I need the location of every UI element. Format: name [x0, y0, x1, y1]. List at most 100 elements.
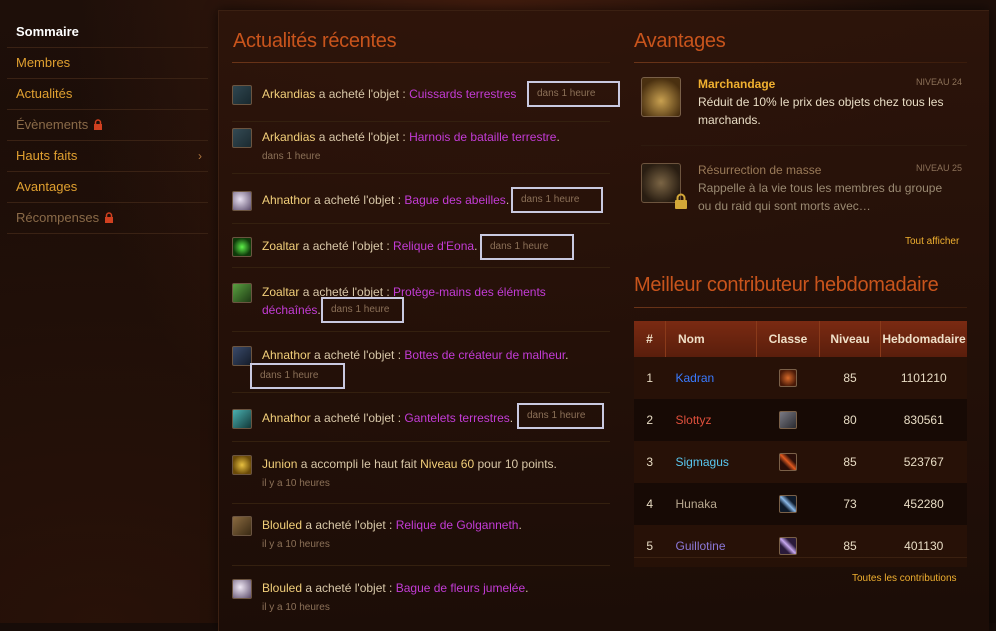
item-link[interactable]: Relique d'Eona [393, 239, 474, 253]
list-item: Blouled a acheté l'objet : Bague de fleu… [232, 579, 610, 623]
list-item: Blouled a acheté l'objet : Relique de Go… [232, 516, 610, 566]
relic-orb-icon[interactable] [232, 237, 252, 257]
perk-name: Marchandage [698, 77, 776, 91]
column-header-name[interactable]: Nom [665, 321, 757, 357]
ring-icon[interactable] [232, 579, 252, 599]
player-name[interactable]: Ahnathor [262, 348, 311, 362]
player-name[interactable]: Arkandias [262, 87, 315, 101]
achievement-coin-icon[interactable] [232, 455, 252, 475]
sidebar-item-evenements[interactable]: Évènements [7, 110, 208, 141]
item-link[interactable]: Bague des abeilles [404, 193, 505, 207]
timestamp: il y a 10 heures [262, 539, 330, 550]
sidebar-item-label: Hauts faits [16, 148, 78, 163]
player-name[interactable]: Kadran [665, 357, 757, 399]
sidebar-item-avantages[interactable]: Avantages [7, 172, 208, 203]
news-suffix: . [505, 193, 510, 207]
player-name[interactable]: Zoaltar [262, 285, 299, 299]
column-header-rank[interactable]: # [634, 321, 666, 357]
class-mage-icon [779, 453, 797, 471]
sidebar-item-sommaire[interactable]: Sommaire [7, 17, 208, 48]
lock-icon [674, 193, 688, 214]
table-header: # Nom Classe Niveau Hebdomadaire [634, 321, 967, 357]
timestamp: il y a 10 heures [262, 478, 330, 489]
weekly-cell: 401130 [880, 525, 967, 567]
gloves-icon[interactable] [232, 283, 252, 303]
player-name[interactable]: Ahnathor [262, 193, 311, 207]
sidebar-item-label: Membres [16, 55, 71, 70]
sidebar-nav: Sommaire Membres Actualités Évènements H… [7, 17, 208, 234]
table-row: 4 Hunaka 73 452280 [634, 483, 967, 525]
perk-description: Rappelle à la vie tous les membres du gr… [698, 181, 943, 213]
news-verb: a acheté l'objet : [302, 581, 396, 595]
weekly-cell: 830561 [880, 399, 967, 441]
player-name[interactable]: Sigmagus [665, 441, 757, 483]
item-link[interactable]: Gantelets terrestres [404, 411, 509, 425]
news-verb: a acheté l'objet : [315, 130, 410, 144]
sidebar-item-recompenses[interactable]: Récompenses [7, 203, 208, 234]
achievement-link[interactable]: Niveau 60 [420, 457, 474, 471]
all-contributions-link[interactable]: Toutes les contributions [852, 573, 957, 584]
table-row: 3 Sigmagus 85 523767 [634, 441, 967, 483]
sidebar-item-membres[interactable]: Membres [7, 48, 208, 79]
sidebar-item-label: Évènements [16, 117, 89, 132]
player-name[interactable]: Zoaltar [262, 239, 299, 253]
level-cell: 80 [819, 399, 881, 441]
item-link[interactable]: Bague de fleurs jumelée [396, 581, 525, 595]
rank-cell: 1 [634, 357, 666, 399]
timestamp: dans 1 heure [527, 81, 620, 107]
perk-level: NIVEAU 25 [915, 163, 962, 173]
player-name[interactable]: Junion [262, 457, 297, 471]
weekly-cell: 523767 [880, 441, 967, 483]
contrib-title-divider [634, 307, 967, 308]
relic-book-icon[interactable] [232, 516, 252, 536]
rank-cell: 2 [634, 399, 666, 441]
column-header-level[interactable]: Niveau [819, 321, 881, 357]
news-verb: a acheté l'objet : [310, 193, 405, 207]
news-title: Actualités récentes [233, 30, 397, 52]
chevron-right-icon: › [198, 149, 202, 163]
column-header-class[interactable]: Classe [756, 321, 820, 357]
player-name[interactable]: Slottyz [665, 399, 757, 441]
armor-legs-icon[interactable] [232, 85, 252, 105]
armor-chest-icon[interactable] [232, 128, 252, 148]
news-suffix: . [518, 518, 522, 532]
player-name[interactable]: Blouled [262, 518, 302, 532]
player-name[interactable]: Blouled [262, 581, 302, 595]
player-name[interactable]: Arkandias [262, 130, 315, 144]
perks-title: Avantages [634, 30, 726, 52]
timestamp: dans 1 heure [511, 187, 603, 213]
sidebar-item-actualites[interactable]: Actualités [7, 79, 208, 110]
list-item: Junion a accompli le haut fait Niveau 60… [232, 455, 610, 504]
table-row: 5 Guillotine 85 401130 [634, 525, 967, 567]
class-warlock-icon [779, 369, 797, 387]
item-link[interactable]: Harnois de bataille terrestre [409, 130, 556, 144]
item-link[interactable]: Cuissards terrestres [409, 87, 516, 101]
item-link[interactable]: Bottes de créateur de malheur [404, 348, 565, 362]
item-link[interactable]: Relique de Golganneth [396, 518, 519, 532]
perk-description: Réduit de 10% le prix des objets chez to… [698, 95, 944, 127]
timestamp: dans 1 heure [262, 151, 321, 162]
list-item: Zoaltar a acheté l'objet : Protège-mains… [232, 283, 610, 332]
timestamp: dans 1 heure [517, 403, 604, 429]
perk-card[interactable]: Résurrection de masse NIVEAU 25 Rappelle… [641, 163, 967, 219]
gauntlets-icon[interactable] [232, 409, 252, 429]
lock-icon [104, 204, 114, 234]
perks-title-divider [634, 62, 967, 63]
news-suffix: . [565, 348, 569, 362]
player-name[interactable]: Ahnathor [262, 411, 311, 425]
ring-icon[interactable] [232, 191, 252, 211]
timestamp: dans 1 heure [250, 363, 345, 389]
coins-hand-icon [641, 77, 681, 117]
rank-cell: 5 [634, 525, 666, 567]
sidebar-item-label: Sommaire [16, 24, 79, 39]
player-name[interactable]: Guillotine [665, 525, 757, 567]
boots-icon[interactable] [232, 346, 252, 366]
sidebar-item-hauts-faits[interactable]: Hauts faits › [7, 141, 208, 172]
column-header-weekly[interactable]: Hebdomadaire [880, 321, 967, 357]
perk-card[interactable]: Marchandage NIVEAU 24 Réduit de 10% le p… [641, 77, 967, 137]
sidebar-item-label: Récompenses [16, 210, 100, 225]
news-suffix: pour 10 points. [474, 457, 557, 471]
show-all-link[interactable]: Tout afficher [905, 236, 959, 247]
news-title-divider [232, 62, 610, 63]
player-name[interactable]: Hunaka [665, 483, 757, 525]
